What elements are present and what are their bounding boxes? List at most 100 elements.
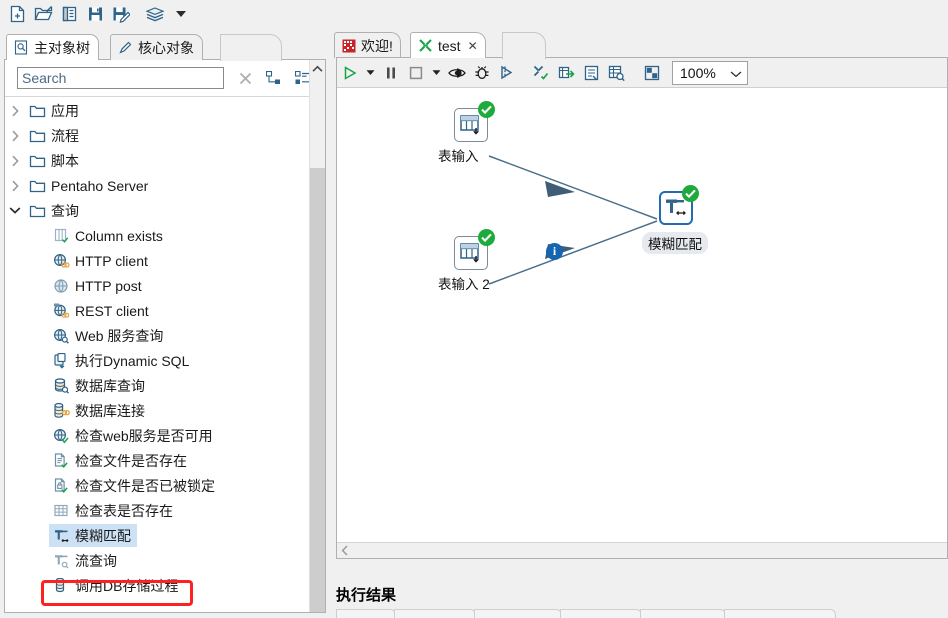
tree-item-19[interactable]: 调用DB存储过程 xyxy=(5,573,311,598)
stop-options-dropdown[interactable] xyxy=(428,60,444,86)
welcome-icon xyxy=(342,39,356,53)
tree-item-label: 模糊匹配 xyxy=(75,527,131,544)
check-file-exists-icon xyxy=(49,452,73,469)
tab-core-objects[interactable]: 核心对象 xyxy=(110,34,203,60)
tab-welcome[interactable]: 欢迎! xyxy=(334,32,401,58)
new-file-icon[interactable] xyxy=(4,2,30,26)
object-tree[interactable]: 应用流程脚本 Pentaho Server 查询 Column exists HTTP … xyxy=(5,98,311,612)
node-box[interactable] xyxy=(454,101,495,142)
hop-info-badge[interactable]: i xyxy=(546,243,563,260)
pencil-icon xyxy=(118,40,133,55)
tree-item-label: 脚本 xyxy=(51,152,79,169)
tree-item-label: 查询 xyxy=(51,202,79,219)
results-tab[interactable] xyxy=(560,609,642,618)
tree-item-4[interactable]: 查询 xyxy=(5,198,311,223)
tree-item-18[interactable]: 流查询 xyxy=(5,548,311,573)
fuzzy-match-icon xyxy=(49,528,73,544)
left-panel-tabstrip: 主对象树 核心对象 xyxy=(2,34,328,61)
tree-item-17[interactable]: 模糊匹配 xyxy=(5,523,311,548)
step-node-table-input-2[interactable]: 表输入 2 xyxy=(438,229,495,293)
run-options-dropdown[interactable] xyxy=(362,60,378,86)
tabstrip-filler xyxy=(220,34,282,61)
eye-icon[interactable] xyxy=(444,60,469,86)
tab-label: 核心对象 xyxy=(138,39,194,56)
http-client-icon xyxy=(49,253,73,269)
run-button[interactable] xyxy=(337,60,362,86)
results-tab[interactable] xyxy=(394,609,476,618)
tab-main-object-tree[interactable]: 主对象树 xyxy=(6,34,99,60)
results-tab[interactable] xyxy=(640,609,726,618)
tree-item-5[interactable]: Column exists xyxy=(5,223,311,248)
tree-item-10[interactable]: 执行Dynamic SQL xyxy=(5,348,311,373)
tree-item-0[interactable]: 应用 xyxy=(5,98,311,123)
get-sql-icon[interactable] xyxy=(579,60,604,86)
tree-item-8[interactable]: REST client xyxy=(5,298,311,323)
layers-icon[interactable] xyxy=(142,2,168,26)
scrollbar-thumb[interactable] xyxy=(310,168,325,612)
bug-icon[interactable] xyxy=(469,60,494,86)
tree-item-label: 检查web服务是否可用 xyxy=(75,427,213,444)
tree-item-label: 应用 xyxy=(51,102,79,119)
dynamic-sql-icon xyxy=(49,352,73,369)
canvas-horizontal-scrollbar[interactable] xyxy=(337,542,947,558)
right-panel: 欢迎! test ✕ 100% 表输入 表输入 2 模糊匹配 i 执行结果 xyxy=(332,28,948,618)
chevron-right-icon[interactable] xyxy=(5,155,25,167)
search-input[interactable] xyxy=(17,67,224,89)
verify-transformation-icon[interactable] xyxy=(529,60,554,86)
node-box[interactable] xyxy=(659,185,699,225)
search-divider xyxy=(5,96,325,97)
zoom-level-select[interactable]: 100% xyxy=(672,60,748,85)
tree-vertical-scrollbar[interactable] xyxy=(309,60,325,612)
open-folder-icon[interactable] xyxy=(30,2,56,26)
step-node-fuzzy-match[interactable]: 模糊匹配 xyxy=(642,185,708,254)
tree-item-7[interactable]: HTTP post xyxy=(5,273,311,298)
chevron-down-icon[interactable] xyxy=(5,206,25,215)
tree-item-14[interactable]: 检查文件是否存在 xyxy=(5,448,311,473)
chevron-left-icon[interactable] xyxy=(337,543,353,558)
close-icon[interactable]: ✕ xyxy=(468,39,478,53)
step-node-table-input[interactable]: 表输入 xyxy=(438,101,495,165)
chevron-right-icon[interactable] xyxy=(5,105,25,117)
tree-item-label: REST client xyxy=(75,302,149,319)
tree-item-13[interactable]: 检查web服务是否可用 xyxy=(5,423,311,448)
tree-item-2[interactable]: 脚本 xyxy=(5,148,311,173)
database-join-icon xyxy=(49,402,73,419)
tab-test[interactable]: test ✕ xyxy=(410,32,486,58)
tree-item-label: Column exists xyxy=(75,227,163,244)
tree-item-9[interactable]: Web 服务查询 xyxy=(5,323,311,348)
chevron-right-icon[interactable] xyxy=(5,130,25,142)
collapse-all-icon[interactable] xyxy=(261,67,285,89)
tree-item-12[interactable]: 数据库连接 xyxy=(5,398,311,423)
tree-item-1[interactable]: 流程 xyxy=(5,123,311,148)
tree-item-11[interactable]: 数据库查询 xyxy=(5,373,311,398)
transformation-canvas[interactable]: 表输入 表输入 2 模糊匹配 i xyxy=(337,88,947,528)
close-icon[interactable] xyxy=(234,67,256,89)
node-box[interactable] xyxy=(454,229,495,270)
explore-icon[interactable] xyxy=(56,2,82,26)
tree-item-3[interactable]: Pentaho Server xyxy=(5,173,311,198)
chevron-right-icon[interactable] xyxy=(5,180,25,192)
explore-db-icon[interactable] xyxy=(604,60,629,86)
tab-label: 欢迎! xyxy=(361,37,393,54)
tree-item-15[interactable]: 检查文件是否已被锁定 xyxy=(5,473,311,498)
tree-item-label: Pentaho Server xyxy=(51,177,149,194)
editor-tabstrip-filler xyxy=(502,32,546,59)
tree-item-label: 执行Dynamic SQL xyxy=(75,352,190,369)
replay-icon[interactable] xyxy=(494,60,519,86)
results-tab[interactable] xyxy=(336,609,396,618)
save-as-icon[interactable] xyxy=(108,2,134,26)
grid-toggle-icon[interactable] xyxy=(639,60,664,86)
save-icon[interactable] xyxy=(82,2,108,26)
pause-button[interactable] xyxy=(378,60,403,86)
tree-item-label: 检查文件是否存在 xyxy=(75,452,187,469)
results-tab[interactable] xyxy=(724,609,836,618)
chevron-up-icon[interactable] xyxy=(310,60,325,77)
folder-icon xyxy=(25,128,49,144)
stop-button[interactable] xyxy=(403,60,428,86)
chevron-down-icon[interactable] xyxy=(168,2,194,26)
impact-icon[interactable] xyxy=(554,60,579,86)
results-tab[interactable] xyxy=(474,609,562,618)
tree-item-label: 数据库连接 xyxy=(75,402,145,419)
tree-item-6[interactable]: HTTP client xyxy=(5,248,311,273)
tree-item-16[interactable]: 检查表是否存在 xyxy=(5,498,311,523)
